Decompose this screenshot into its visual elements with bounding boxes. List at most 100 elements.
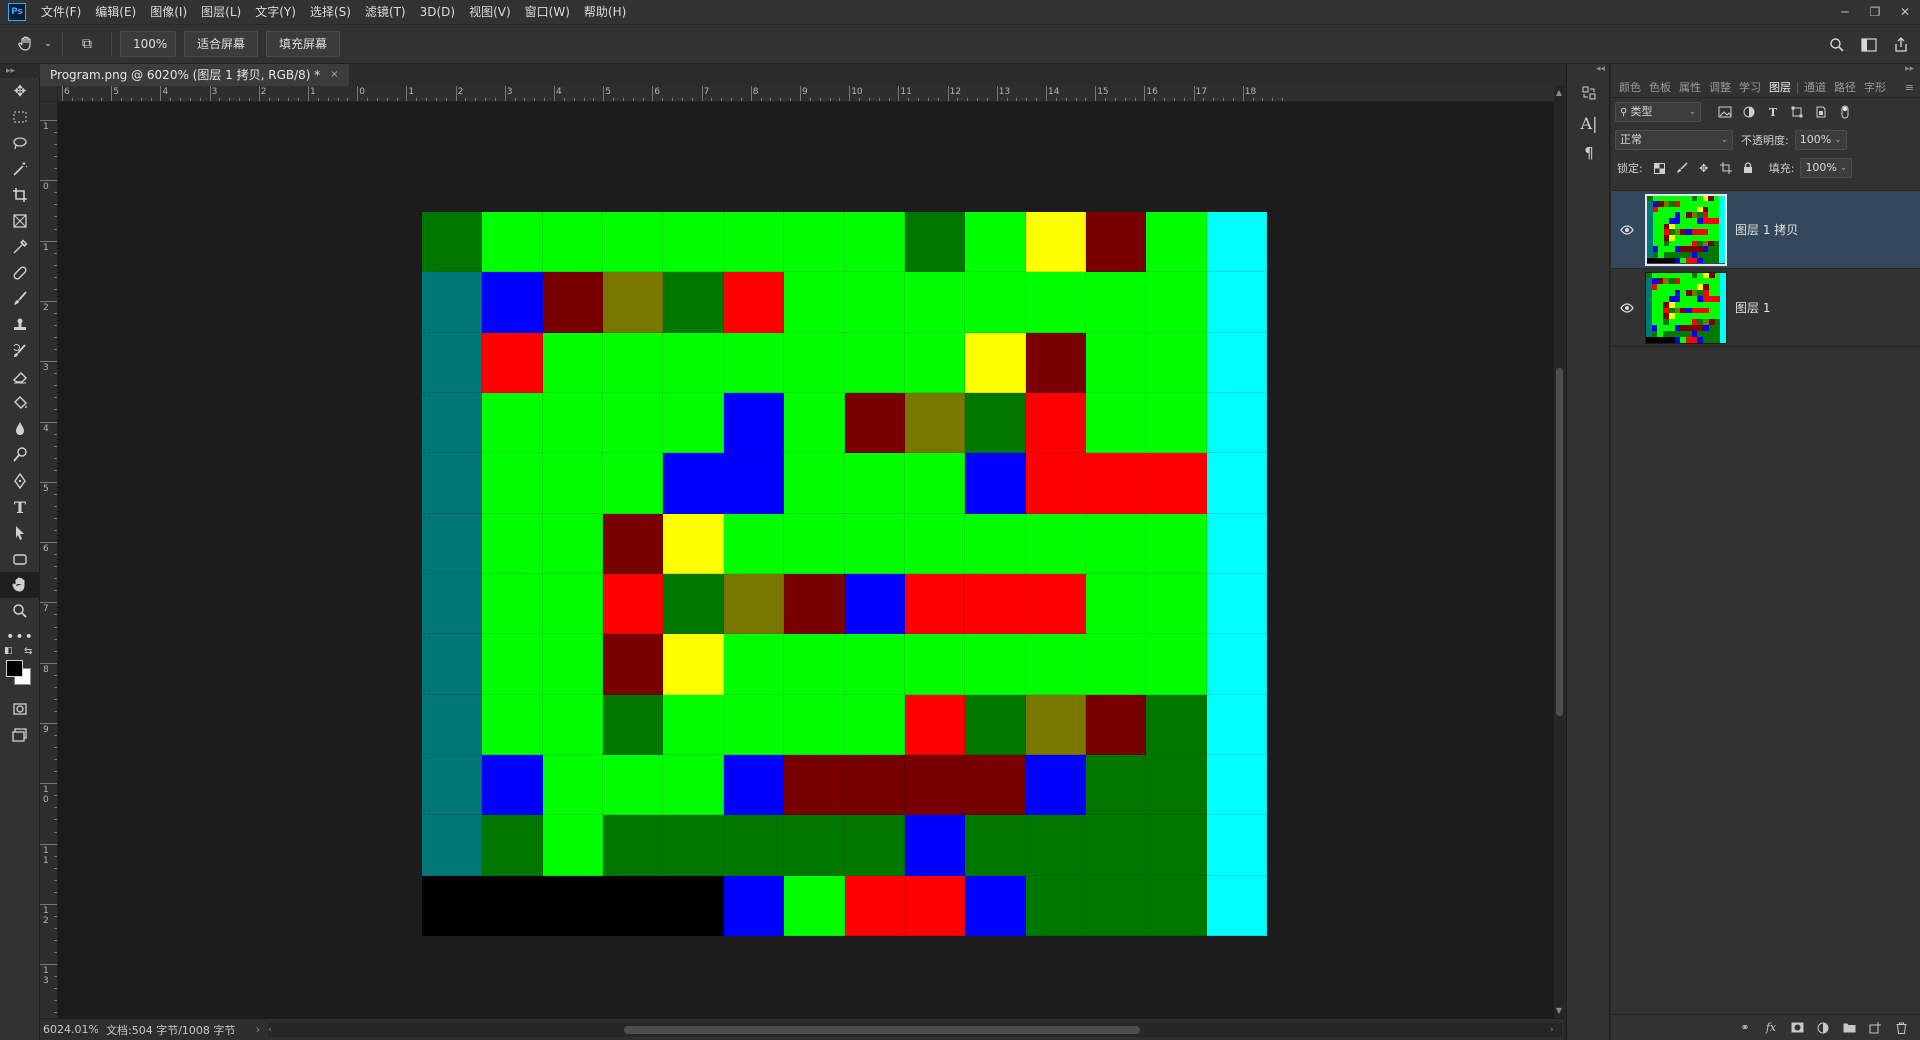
type-tool-icon[interactable]: T	[0, 494, 40, 520]
menu-item[interactable]: 编辑(E)	[88, 0, 143, 24]
image-canvas[interactable]	[422, 212, 1267, 936]
lasso-tool-icon[interactable]	[0, 130, 40, 156]
scroll-left-icon[interactable]: ‹	[268, 1023, 280, 1037]
menu-item[interactable]: 视图(V)	[462, 0, 518, 24]
horizontal-scroll-thumb[interactable]	[624, 1025, 1140, 1034]
character-icon[interactable]: A|	[1567, 108, 1611, 138]
quick-mask-icon[interactable]	[0, 696, 40, 722]
menu-item[interactable]: 图像(I)	[143, 0, 194, 24]
layer-row[interactable]: 图层 1 拷贝	[1611, 191, 1920, 269]
hand-tool-icon[interactable]	[0, 572, 40, 598]
adjustment-icon[interactable]	[1812, 1018, 1834, 1038]
zoom-percent-button[interactable]: 100%	[120, 31, 176, 57]
lock-position-icon[interactable]: ✥	[1693, 158, 1715, 178]
vertical-scrollbar[interactable]: ▲ ▼	[1554, 86, 1564, 1018]
fill-screen-button[interactable]: 填充屏幕	[266, 31, 341, 57]
healing-brush-tool-icon[interactable]	[0, 260, 40, 286]
filter-adjustment-icon[interactable]	[1737, 102, 1761, 122]
horizontal-ruler[interactable]: 6 5 4 3 2 1 0 1 2 3 4 5 6 7 8 9 10 11 12 13 14 15 16 17 18	[58, 86, 1564, 102]
scroll-right-icon[interactable]: ›	[1550, 1023, 1562, 1037]
panel-tab[interactable]: 属性	[1675, 78, 1705, 98]
screen-mode-icon[interactable]	[0, 722, 40, 748]
scroll-down-icon[interactable]: ▼	[1554, 1004, 1564, 1018]
panel-tab[interactable]: 路径	[1830, 78, 1860, 98]
menu-item[interactable]: 窗口(W)	[518, 0, 577, 24]
toolbar-collapse[interactable]: ▸▸	[0, 64, 40, 78]
lock-transparent-pixels-icon[interactable]	[1649, 158, 1671, 178]
default-colors-icon[interactable]: ◧	[4, 646, 13, 656]
fit-screen-button[interactable]: 适合屏幕	[184, 31, 259, 57]
ruler-origin[interactable]	[40, 86, 58, 102]
swap-colors-icon[interactable]: ⇆	[24, 646, 32, 657]
panel-menu-icon[interactable]: ≡	[1905, 81, 1914, 94]
mask-icon[interactable]	[1786, 1018, 1808, 1038]
move-tool-icon[interactable]: ✥	[0, 78, 40, 104]
close-icon[interactable]: ✕	[1890, 0, 1920, 24]
folder-icon[interactable]	[1838, 1018, 1860, 1038]
canvas-area[interactable]	[58, 102, 1564, 1018]
horizontal-scrollbar[interactable]: ‹ ›	[268, 1022, 1562, 1037]
magic-wand-tool-icon[interactable]	[0, 156, 40, 182]
lock-all-icon[interactable]	[1737, 158, 1759, 178]
link-icon[interactable]: ⚭	[1734, 1018, 1756, 1038]
panel-tab[interactable]: 色板	[1645, 78, 1675, 98]
pen-tool-icon[interactable]	[0, 468, 40, 494]
marquee-tool-icon[interactable]	[0, 104, 40, 130]
restore-icon[interactable]: ❐	[1860, 0, 1890, 24]
status-menu-arrow[interactable]: ›	[248, 1023, 268, 1036]
filter-kind-select[interactable]: ⚲ 类型 ⌄	[1615, 102, 1701, 122]
fill-field[interactable]: 100% ⌄	[1800, 158, 1853, 178]
lock-artboard-icon[interactable]	[1715, 158, 1737, 178]
panel-tab[interactable]: 字形	[1860, 78, 1890, 98]
filter-smart-object-icon[interactable]	[1809, 102, 1833, 122]
eraser-tool-icon[interactable]	[0, 364, 40, 390]
brush-tool-icon[interactable]	[0, 286, 40, 312]
blend-mode-select[interactable]: 正常 ⌄	[1615, 130, 1733, 150]
scroll-up-icon[interactable]: ▲	[1554, 86, 1564, 100]
menu-item[interactable]: 3D(D)	[413, 0, 462, 24]
panel-tab[interactable]: 学习	[1735, 78, 1765, 98]
lock-image-pixels-icon[interactable]	[1671, 158, 1693, 178]
workspace-icon[interactable]	[1854, 31, 1884, 59]
document-tab[interactable]: Program.png @ 6020% (图层 1 拷贝, RGB/8) * ×	[40, 64, 349, 86]
minimize-icon[interactable]: ─	[1830, 0, 1860, 24]
filter-shape-icon[interactable]	[1785, 102, 1809, 122]
foreground-color-swatch[interactable]	[6, 660, 23, 677]
filter-type-icon[interactable]: T	[1761, 102, 1785, 122]
zoom-tool-icon[interactable]	[0, 598, 40, 624]
panel-tab[interactable]: 颜色	[1615, 78, 1645, 98]
search-icon[interactable]	[1822, 31, 1852, 59]
path-selection-tool-icon[interactable]	[0, 520, 40, 546]
menu-item[interactable]: 文件(F)	[34, 0, 88, 24]
layer-name[interactable]: 图层 1	[1735, 299, 1770, 316]
frame-tool-icon[interactable]	[0, 208, 40, 234]
layer-thumbnail[interactable]	[1645, 193, 1727, 266]
rectangle-tool-icon[interactable]	[0, 546, 40, 572]
tool-preset-caret-icon[interactable]: ⌄	[42, 30, 54, 58]
strip-collapse-icon[interactable]: ◂◂	[1567, 64, 1609, 78]
filter-pixel-icon[interactable]	[1713, 102, 1737, 122]
menu-item[interactable]: 文字(Y)	[248, 0, 303, 24]
panel-tab[interactable]: 图层	[1765, 78, 1795, 98]
eye-icon[interactable]	[1611, 269, 1643, 347]
layer-name[interactable]: 图层 1 拷贝	[1735, 221, 1798, 238]
history-brush-tool-icon[interactable]	[0, 338, 40, 364]
share-icon[interactable]	[1886, 31, 1916, 59]
eyedropper-tool-icon[interactable]	[0, 234, 40, 260]
vertical-scroll-thumb[interactable]	[1556, 368, 1563, 716]
filter-toggle-icon[interactable]	[1833, 102, 1857, 122]
vertical-ruler[interactable]: 1 0 1 2 3 4 5 6 7 8 9 10 11 12 13	[40, 102, 58, 1018]
layer-row[interactable]: 图层 1	[1611, 269, 1920, 347]
status-zoom[interactable]: 6024.01%	[40, 1023, 98, 1036]
opacity-field[interactable]: 100% ⌄	[1794, 130, 1847, 150]
stamp-tool-icon[interactable]	[0, 312, 40, 338]
layer-thumbnail[interactable]	[1645, 271, 1727, 344]
trash-icon[interactable]	[1890, 1018, 1912, 1038]
history-icon[interactable]	[1567, 78, 1611, 108]
menu-item[interactable]: 滤镜(T)	[358, 0, 413, 24]
panel-tab[interactable]: 通道	[1800, 78, 1830, 98]
fx-icon[interactable]: fx	[1760, 1018, 1782, 1038]
crop-tool-icon[interactable]	[0, 182, 40, 208]
scroll-all-windows-icon[interactable]: ⧉	[71, 30, 103, 58]
menu-item[interactable]: 帮助(H)	[577, 0, 633, 24]
